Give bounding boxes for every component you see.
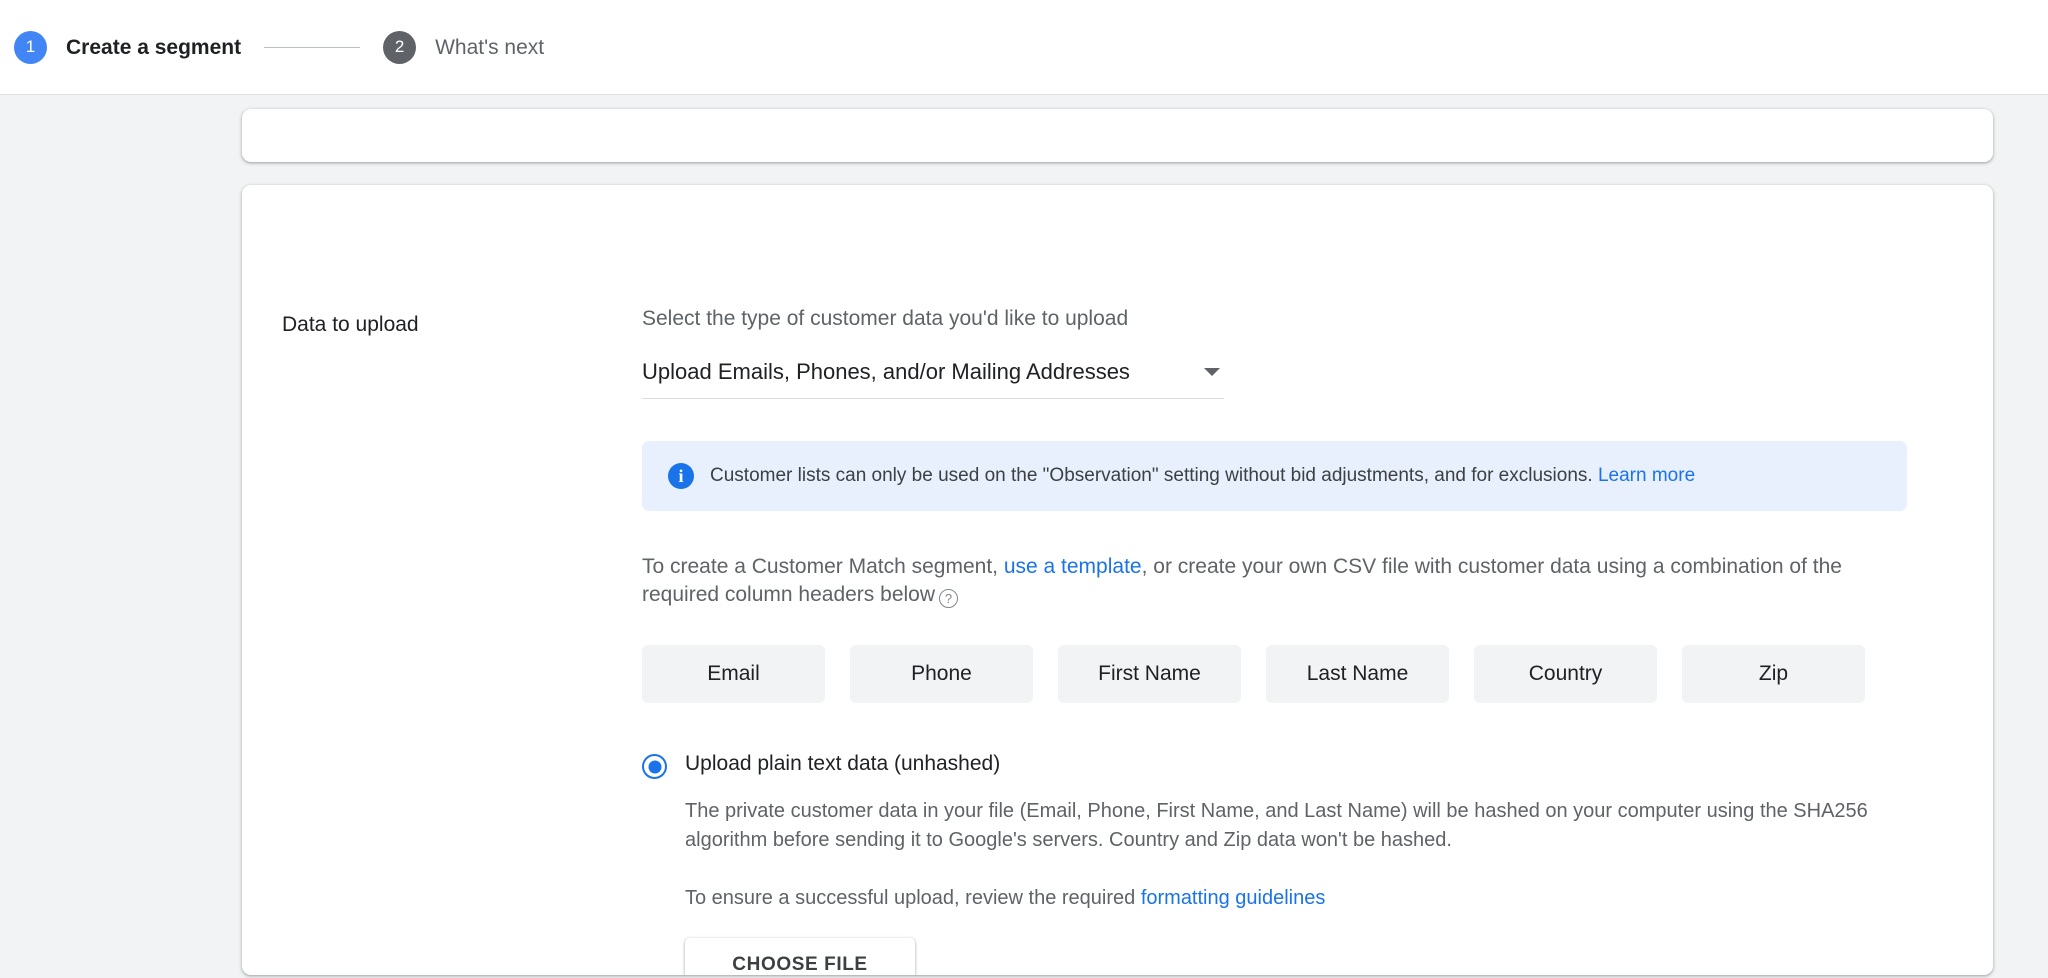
observation-info-banner-text: Customer lists can only be used on the "… [710, 463, 1695, 489]
content-scroll-region[interactable]: Data to upload Select the type of custom… [0, 95, 2048, 978]
template-instructions: To create a Customer Match segment, use … [642, 553, 1857, 609]
step-2-label: What's next [435, 35, 545, 59]
formatting-guidelines-link[interactable]: formatting guidelines [1141, 887, 1326, 909]
data-to-upload-card: Data to upload Select the type of custom… [242, 185, 1993, 975]
upload-plain-text-option[interactable]: Upload plain text data (unhashed) [642, 751, 1932, 780]
learn-more-link[interactable]: Learn more [1598, 465, 1695, 486]
stepper-header: 1 Create a segment 2 What's next [0, 0, 2048, 95]
column-header-chip-list: Email Phone First Name Last Name Country… [642, 645, 1932, 704]
stepper-step-2[interactable]: 2 What's next [383, 30, 545, 64]
upload-type-intro: Select the type of customer data you'd l… [642, 307, 1129, 330]
step-1-label: Create a segment [66, 35, 242, 59]
use-a-template-link[interactable]: use a template [1004, 555, 1142, 578]
stepper-connector [264, 46, 361, 48]
upload-plain-text-description: The private customer data in your file (… [685, 800, 1868, 851]
chevron-down-icon [1204, 368, 1220, 377]
data-to-upload-body: Select the type of customer data you'd l… [642, 185, 1932, 975]
formatting-guidelines-line: To ensure a successful upload, review th… [685, 884, 1932, 912]
column-header-chip-first-name: First Name [1058, 645, 1241, 704]
column-header-chip-country: Country [1474, 645, 1657, 704]
observation-info-banner: i Customer lists can only be used on the… [642, 441, 1907, 512]
step-1-number: 1 [14, 30, 47, 64]
column-header-chip-phone: Phone [850, 645, 1033, 704]
column-header-chip-email: Email [642, 645, 825, 704]
template-instructions-prefix: To create a Customer Match segment, [642, 555, 1004, 579]
upload-type-select[interactable]: Upload Emails, Phones, and/or Mailing Ad… [642, 359, 1224, 400]
formatting-guidelines-prefix: To ensure a successful upload, review th… [685, 886, 1141, 909]
column-header-chip-last-name: Last Name [1266, 645, 1449, 704]
column-header-chip-zip: Zip [1682, 645, 1865, 704]
help-circle-icon[interactable]: ? [939, 589, 959, 609]
upload-type-select-value: Upload Emails, Phones, and/or Mailing Ad… [642, 359, 1130, 385]
section-title-data-to-upload: Data to upload [282, 313, 419, 336]
info-icon: i [668, 463, 694, 490]
stepper-step-1[interactable]: 1 Create a segment [14, 30, 242, 64]
step-2-number: 2 [383, 30, 417, 64]
upload-plain-text-label: Upload plain text data (unhashed) [685, 752, 1001, 776]
banner-message: Customer lists can only be used on the "… [710, 465, 1593, 487]
previous-section-card [242, 109, 1993, 162]
choose-file-button[interactable]: CHOOSE FILE [685, 938, 915, 975]
upload-plain-text-radio[interactable] [642, 754, 667, 780]
